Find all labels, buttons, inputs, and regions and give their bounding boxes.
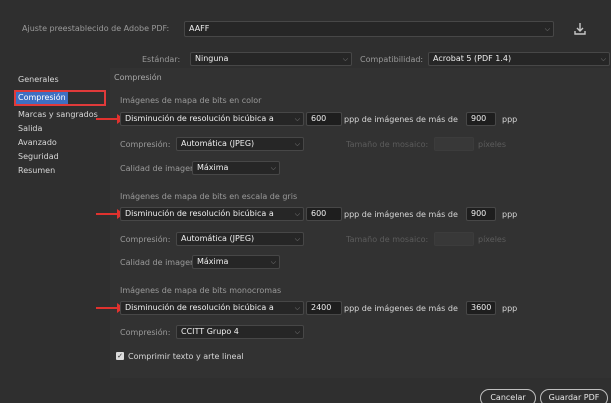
- color-method-dropdown[interactable]: Disminución de resolución bicúbica a ⌵: [120, 112, 304, 126]
- section-title: Compresión: [114, 73, 162, 82]
- color-tile-label: Tamaño de mosaico:: [346, 140, 429, 149]
- gray-quality-dropdown[interactable]: Máxima ⌵: [192, 255, 280, 269]
- color-above-text: ppp de imágenes de más de: [344, 115, 458, 124]
- compat-dropdown[interactable]: Acrobat 5 (PDF 1.4) ⌵: [428, 52, 610, 66]
- gray-compression-label: Compresión:: [120, 235, 171, 244]
- sidebar-item-seguridad[interactable]: Seguridad: [16, 150, 61, 163]
- standard-dropdown[interactable]: Ninguna ⌵: [190, 52, 352, 66]
- gray-images-title: Imágenes de mapa de bits en escala de gr…: [120, 192, 298, 201]
- chevron-down-icon: ⌵: [294, 328, 300, 336]
- chevron-down-icon: ⌵: [270, 164, 276, 172]
- color-tile-input: [434, 137, 474, 151]
- color-compression-value: Automática (JPEG): [181, 139, 255, 148]
- mono-method-dropdown[interactable]: Disminución de resolución bicúbica a ⌵: [120, 301, 304, 315]
- gray-tile-label: Tamaño de mosaico:: [346, 235, 429, 244]
- compat-value: Acrobat 5 (PDF 1.4): [433, 54, 512, 63]
- color-method-value: Disminución de resolución bicúbica a: [125, 114, 274, 123]
- mono-above-input[interactable]: 3600: [466, 301, 496, 315]
- chevron-down-icon: ⌵: [270, 258, 276, 266]
- color-compression-dropdown[interactable]: Automática (JPEG) ⌵: [176, 137, 304, 151]
- color-unit: ppp: [502, 115, 518, 124]
- sidebar-item-generales[interactable]: Generales: [16, 73, 61, 86]
- chevron-down-icon: ⌵: [294, 210, 300, 218]
- mono-method-value: Disminución de resolución bicúbica a: [125, 303, 274, 312]
- compress-text-label: Comprimir texto y arte lineal: [128, 352, 244, 361]
- gray-compression-value: Automática (JPEG): [181, 234, 255, 243]
- mono-unit: ppp: [502, 304, 518, 313]
- chevron-down-icon: ⌵: [294, 140, 300, 148]
- chevron-down-icon: ⌵: [544, 25, 550, 33]
- preset-dropdown[interactable]: AAFF ⌵: [184, 21, 554, 37]
- color-ppi-input[interactable]: 600: [306, 112, 342, 126]
- gray-method-value: Disminución de resolución bicúbica a: [125, 209, 274, 218]
- chevron-down-icon: ⌵: [294, 304, 300, 312]
- preset-value: AAFF: [189, 24, 210, 33]
- gray-above-text: ppp de imágenes de más de: [344, 210, 458, 219]
- standard-label: Estándar:: [142, 55, 181, 64]
- mono-above-text: ppp de imágenes de más de: [344, 304, 458, 313]
- annotation-arrow: [96, 303, 124, 313]
- mono-images-title: Imágenes de mapa de bits monocromas: [120, 286, 282, 295]
- mono-ppi-input[interactable]: 2400: [306, 301, 342, 315]
- color-tile-unit: píxeles: [478, 140, 507, 149]
- mono-compression-value: CCITT Grupo 4: [181, 327, 239, 336]
- save-preset-icon[interactable]: [573, 21, 587, 37]
- sidebar-item-avanzado[interactable]: Avanzado: [16, 136, 59, 149]
- chevron-down-icon: ⌵: [342, 55, 348, 63]
- checkmark-icon: ✓: [117, 352, 123, 360]
- chevron-down-icon: ⌵: [600, 55, 606, 63]
- annotation-arrow: [96, 209, 124, 219]
- preset-label: Ajuste preestablecido de Adobe PDF:: [22, 24, 170, 33]
- sidebar-item-salida[interactable]: Salida: [16, 122, 44, 135]
- color-compression-label: Compresión:: [120, 140, 171, 149]
- save-pdf-button[interactable]: Guardar PDF: [540, 389, 608, 403]
- color-above-input[interactable]: 900: [466, 112, 496, 126]
- sidebar-item-marcas[interactable]: Marcas y sangrados: [16, 108, 100, 121]
- color-quality-value: Máxima: [197, 163, 229, 172]
- color-quality-dropdown[interactable]: Máxima ⌵: [192, 161, 280, 175]
- gray-compression-dropdown[interactable]: Automática (JPEG) ⌵: [176, 232, 304, 246]
- gray-tile-input: [434, 232, 474, 246]
- selection-highlight-box: [14, 90, 106, 106]
- gray-method-dropdown[interactable]: Disminución de resolución bicúbica a ⌵: [120, 207, 304, 221]
- sidebar-item-resumen[interactable]: Resumen: [16, 164, 57, 177]
- mono-compression-label: Compresión:: [120, 328, 171, 337]
- annotation-arrow: [96, 114, 124, 124]
- chevron-down-icon: ⌵: [294, 115, 300, 123]
- gray-quality-label: Calidad de imagen:: [120, 258, 198, 267]
- compat-label: Compatibilidad:: [360, 55, 424, 64]
- compress-text-checkbox[interactable]: ✓: [116, 352, 124, 360]
- mono-compression-dropdown[interactable]: CCITT Grupo 4 ⌵: [176, 325, 304, 339]
- gray-ppi-input[interactable]: 600: [306, 207, 342, 221]
- color-images-title: Imágenes de mapa de bits en color: [120, 96, 262, 105]
- gray-unit: ppp: [502, 210, 518, 219]
- color-quality-label: Calidad de imagen:: [120, 164, 198, 173]
- gray-quality-value: Máxima: [197, 257, 229, 266]
- cancel-button[interactable]: Cancelar: [480, 389, 536, 403]
- gray-tile-unit: píxeles: [478, 235, 507, 244]
- chevron-down-icon: ⌵: [294, 235, 300, 243]
- gray-above-input[interactable]: 900: [466, 207, 496, 221]
- standard-value: Ninguna: [195, 54, 229, 63]
